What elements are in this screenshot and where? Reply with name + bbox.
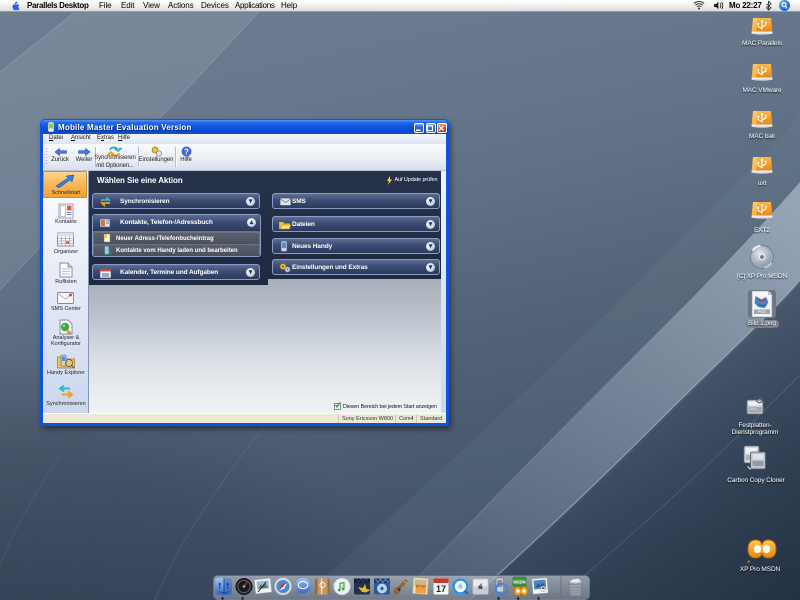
svg-text:MSDN: MSDN — [513, 580, 525, 585]
svg-text:17: 17 — [436, 584, 446, 594]
